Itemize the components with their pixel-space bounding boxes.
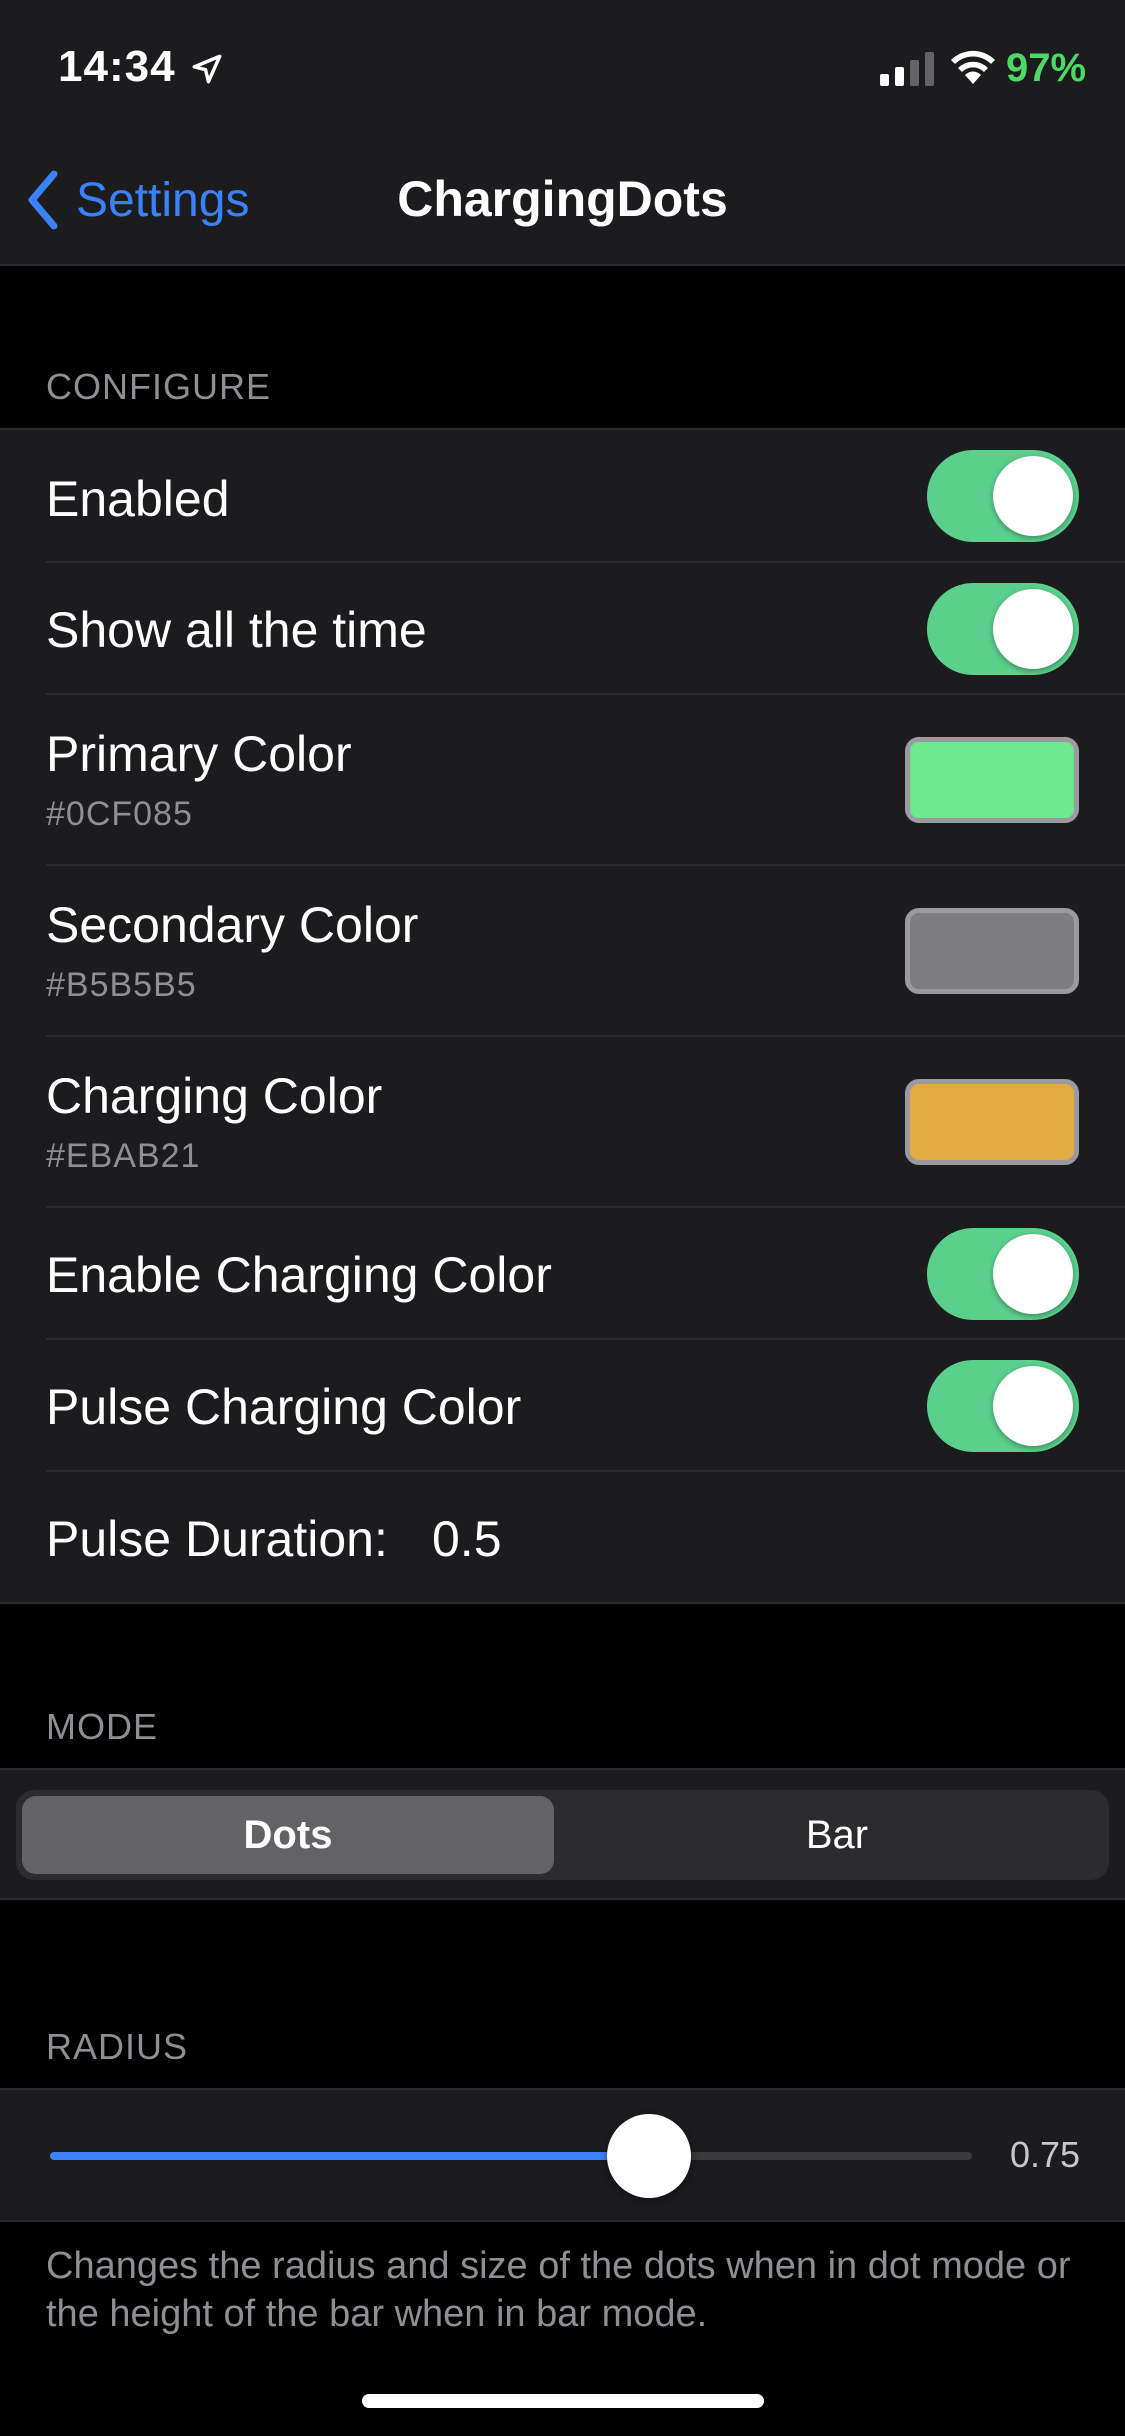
enable-charging-color-label: Enable Charging Color bbox=[46, 1247, 552, 1303]
primary-color-label: Primary Color bbox=[46, 726, 352, 782]
mode-segment-dots[interactable]: Dots bbox=[22, 1796, 554, 1874]
radius-group: 0.75 bbox=[0, 2088, 1125, 2222]
secondary-color-hex: #B5B5B5 bbox=[46, 966, 197, 1004]
charging-color-row[interactable]: Charging Color #EBAB21 bbox=[0, 1037, 1125, 1208]
primary-color-row[interactable]: Primary Color #0CF085 bbox=[0, 695, 1125, 866]
show-all-time-row: Show all the time bbox=[0, 563, 1125, 695]
pulse-charging-color-row: Pulse Charging Color bbox=[0, 1340, 1125, 1472]
radius-slider-thumb[interactable] bbox=[607, 2114, 692, 2198]
location-arrow-icon bbox=[192, 54, 222, 84]
pulse-duration-row[interactable]: Pulse Duration: 0.5 bbox=[0, 1472, 1125, 1604]
pulse-duration-value[interactable]: 0.5 bbox=[432, 1510, 502, 1568]
radius-slider[interactable] bbox=[50, 2114, 972, 2198]
cellular-signal-icon bbox=[880, 52, 934, 86]
charging-color-swatch[interactable] bbox=[905, 1079, 1079, 1165]
section-header-radius: RADIUS bbox=[46, 2026, 189, 2067]
toggle-knob bbox=[993, 456, 1073, 536]
enabled-label: Enabled bbox=[46, 471, 230, 527]
configure-group-bg: Enabled Show all the time Primary Color … bbox=[0, 428, 1125, 1604]
primary-color-swatch[interactable] bbox=[905, 737, 1079, 823]
pulse-charging-color-label: Pulse Charging Color bbox=[46, 1379, 522, 1435]
radius-footer-description: Changes the radius and size of the dots … bbox=[46, 2245, 1071, 2335]
status-bar: 14:34 97% bbox=[0, 0, 1125, 132]
home-indicator[interactable] bbox=[362, 2394, 764, 2408]
status-time: 14:34 bbox=[58, 42, 176, 91]
toggle-knob bbox=[993, 1366, 1073, 1446]
section-header-configure: CONFIGURE bbox=[46, 366, 271, 407]
battery-percentage: 97% bbox=[1006, 46, 1087, 90]
enable-charging-color-row: Enable Charging Color bbox=[0, 1208, 1125, 1340]
mode-segment-bar[interactable]: Bar bbox=[571, 1796, 1103, 1874]
charging-color-label: Charging Color bbox=[46, 1068, 383, 1124]
secondary-color-label: Secondary Color bbox=[46, 897, 419, 953]
pulse-duration-label: Pulse Duration: bbox=[46, 1511, 388, 1567]
show-all-time-label: Show all the time bbox=[46, 602, 427, 658]
show-all-time-toggle[interactable] bbox=[927, 583, 1079, 675]
navigation-bar: Settings ChargingDots bbox=[0, 132, 1125, 266]
mode-segmented-control: Dots Bar bbox=[16, 1790, 1109, 1880]
pulse-charging-color-toggle[interactable] bbox=[927, 1360, 1079, 1452]
section-header-mode: MODE bbox=[46, 1706, 158, 1747]
wifi-icon bbox=[951, 50, 995, 84]
enabled-row: Enabled bbox=[0, 430, 1125, 563]
secondary-color-swatch[interactable] bbox=[905, 908, 1079, 994]
mode-group: Dots Bar bbox=[0, 1768, 1125, 1900]
secondary-color-row[interactable]: Secondary Color #B5B5B5 bbox=[0, 866, 1125, 1037]
radius-value: 0.75 bbox=[1010, 2134, 1081, 2175]
toggle-knob bbox=[993, 1234, 1073, 1314]
toggle-knob bbox=[993, 589, 1073, 669]
enable-charging-color-toggle[interactable] bbox=[927, 1228, 1079, 1320]
page-title: ChargingDots bbox=[397, 171, 728, 227]
primary-color-hex: #0CF085 bbox=[46, 795, 193, 833]
charging-color-hex: #EBAB21 bbox=[46, 1137, 201, 1175]
enabled-toggle[interactable] bbox=[927, 450, 1079, 542]
radius-slider-fill bbox=[50, 2152, 650, 2160]
